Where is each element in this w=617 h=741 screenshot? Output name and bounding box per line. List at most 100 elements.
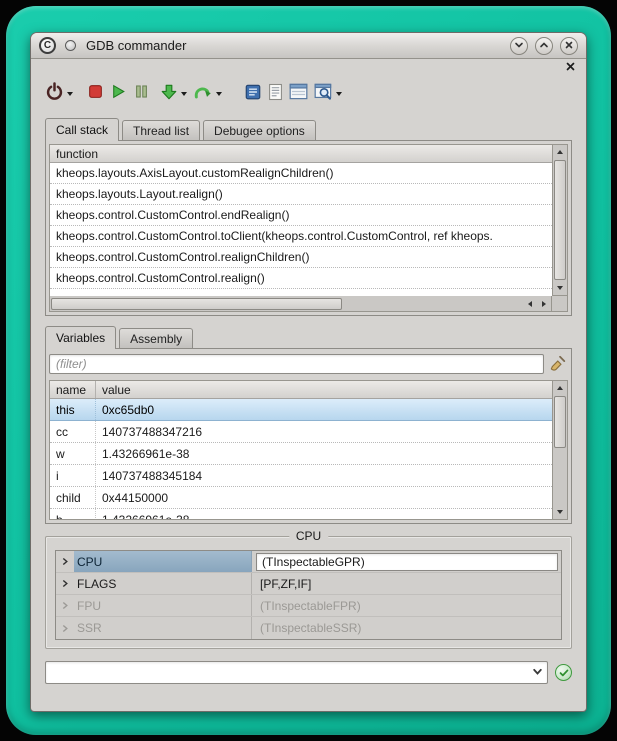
cpu-value-editor[interactable]: (TInspectableGPR) xyxy=(256,553,558,571)
variable-value: 140737488347216 xyxy=(96,421,552,442)
expand-arrow-icon[interactable] xyxy=(56,557,74,566)
variable-row[interactable]: b 1.43266961e-38 xyxy=(50,509,552,519)
value-column-header[interactable]: value xyxy=(96,381,552,398)
tab-call-stack[interactable]: Call stack xyxy=(45,118,119,141)
cpu-row[interactable]: CPU (TInspectableGPR) xyxy=(56,551,561,573)
call-stack-panel: function kheops.layouts.AxisLayout.custo… xyxy=(45,140,572,316)
name-column-header[interactable]: name xyxy=(50,381,96,398)
close-button[interactable] xyxy=(560,37,578,55)
variable-value: 140737488345184 xyxy=(96,465,552,486)
variable-name: cc xyxy=(50,421,96,442)
dock-header xyxy=(31,59,586,75)
callstack-row[interactable]: kheops.layouts.AxisLayout.customRealignC… xyxy=(50,163,552,184)
scrollbar-thumb[interactable] xyxy=(554,396,566,448)
callstack-row[interactable]: kheops.layouts.Layout.realign() xyxy=(50,184,552,205)
filter-input[interactable] xyxy=(49,354,544,374)
cpu-row-value: [PF,ZF,IF] xyxy=(252,573,561,594)
cpu-row-name: SSR xyxy=(74,617,252,639)
expand-arrow-icon[interactable] xyxy=(56,579,74,588)
variable-name: b xyxy=(50,509,96,519)
step-over-button[interactable] xyxy=(193,80,213,108)
callstack-vertical-scrollbar[interactable] xyxy=(552,144,568,296)
callstack-row[interactable]: kheops.control.CustomControl.realignChil… xyxy=(50,247,552,268)
variables-panel: name value this 0xc65db0 cc 140737488347… xyxy=(45,348,572,524)
variable-value: 0xc65db0 xyxy=(96,399,552,420)
power-icon xyxy=(45,82,64,106)
chevron-down-icon xyxy=(514,37,524,55)
watches-window-button[interactable] xyxy=(289,80,308,108)
titlebar-badge-icon xyxy=(65,40,76,51)
variable-value: 0x44150000 xyxy=(96,487,552,508)
scrollbar-corner xyxy=(552,296,568,312)
variable-row[interactable]: cc 140737488347216 xyxy=(50,421,552,443)
combo-dropdown-button[interactable] xyxy=(527,662,547,683)
tab-assembly[interactable]: Assembly xyxy=(119,328,193,348)
callstack-row[interactable]: kheops.control.CustomControl.toClient(kh… xyxy=(50,226,552,247)
cpu-row[interactable]: FPU (TInspectableFPR) xyxy=(56,595,561,617)
variable-value: 1.43266961e-38 xyxy=(96,443,552,464)
variables-tabbar: Variables Assembly xyxy=(31,325,586,348)
maximize-button[interactable] xyxy=(535,37,553,55)
variable-row[interactable]: i 140737488345184 xyxy=(50,465,552,487)
scroll-right-icon[interactable] xyxy=(537,297,551,311)
debug-toolbar xyxy=(31,75,586,117)
stop-icon xyxy=(87,83,104,105)
command-bar xyxy=(45,661,572,684)
scroll-down-icon[interactable] xyxy=(553,281,567,295)
step-into-button[interactable] xyxy=(160,80,178,108)
minimize-button[interactable] xyxy=(510,37,528,55)
callstack-row[interactable]: kheops.control.CustomControl.endRealign(… xyxy=(50,205,552,226)
expand-arrow-icon[interactable] xyxy=(56,624,74,633)
run-button[interactable] xyxy=(110,80,127,108)
variables-table: name value this 0xc65db0 cc 140737488347… xyxy=(49,380,552,520)
function-column-header[interactable]: function xyxy=(50,145,552,163)
variable-name: i xyxy=(50,465,96,486)
variable-row[interactable]: w 1.43266961e-38 xyxy=(50,443,552,465)
chevron-down-icon xyxy=(532,664,543,682)
dropdown-arrow-icon[interactable] xyxy=(336,92,342,96)
dropdown-arrow-icon[interactable] xyxy=(67,92,73,96)
cpu-row[interactable]: FLAGS [PF,ZF,IF] xyxy=(56,573,561,595)
command-combobox[interactable] xyxy=(45,661,548,684)
cpu-row-name: FPU xyxy=(74,595,252,616)
dropdown-arrow-icon[interactable] xyxy=(181,92,187,96)
variable-name: w xyxy=(50,443,96,464)
cpu-groupbox: CPU CPU (TInspectableGPR) FLAGS [PF,ZF,I… xyxy=(45,536,572,649)
source-list-button[interactable] xyxy=(268,80,283,108)
window-magnifier-icon xyxy=(314,83,333,105)
window-controls xyxy=(510,37,578,55)
variables-vertical-scrollbar[interactable] xyxy=(552,380,568,520)
scrollbar-thumb[interactable] xyxy=(51,298,342,310)
callstack-row[interactable]: kheops.control.CustomControl.realign() xyxy=(50,268,552,289)
dropdown-arrow-icon[interactable] xyxy=(216,92,222,96)
callstack-horizontal-scrollbar[interactable] xyxy=(49,296,552,312)
stop-button[interactable] xyxy=(87,80,104,108)
cpu-row-value: (TInspectableSSR) xyxy=(252,617,561,639)
scroll-left-icon[interactable] xyxy=(523,297,537,311)
messages-icon xyxy=(244,83,262,106)
variable-row[interactable]: child 0x44150000 xyxy=(50,487,552,509)
scroll-down-icon[interactable] xyxy=(553,505,567,519)
scrollbar-thumb[interactable] xyxy=(554,160,566,280)
command-input[interactable] xyxy=(46,666,527,680)
variable-name: child xyxy=(50,487,96,508)
titlebar[interactable]: C GDB commander xyxy=(31,33,586,59)
tab-debugee-options[interactable]: Debugee options xyxy=(203,120,316,140)
cpu-row-name: CPU xyxy=(74,551,252,572)
variable-row[interactable]: this 0xc65db0 xyxy=(50,399,552,421)
chevron-up-icon xyxy=(539,37,549,55)
scroll-up-icon[interactable] xyxy=(553,145,567,159)
messages-button[interactable] xyxy=(244,80,262,108)
clear-filter-icon[interactable] xyxy=(548,355,568,373)
scroll-up-icon[interactable] xyxy=(553,381,567,395)
tab-variables[interactable]: Variables xyxy=(45,326,116,349)
accept-button[interactable] xyxy=(555,664,572,681)
expand-arrow-icon[interactable] xyxy=(56,601,74,610)
power-button[interactable] xyxy=(45,80,64,108)
stack-tabbar: Call stack Thread list Debugee options xyxy=(31,117,586,140)
cpu-row[interactable]: SSR (TInspectableSSR) xyxy=(56,617,561,639)
tab-thread-list[interactable]: Thread list xyxy=(122,120,200,140)
variable-value: 1.43266961e-38 xyxy=(96,509,552,519)
inspector-window-button[interactable] xyxy=(314,80,333,108)
pause-button[interactable] xyxy=(133,80,150,108)
